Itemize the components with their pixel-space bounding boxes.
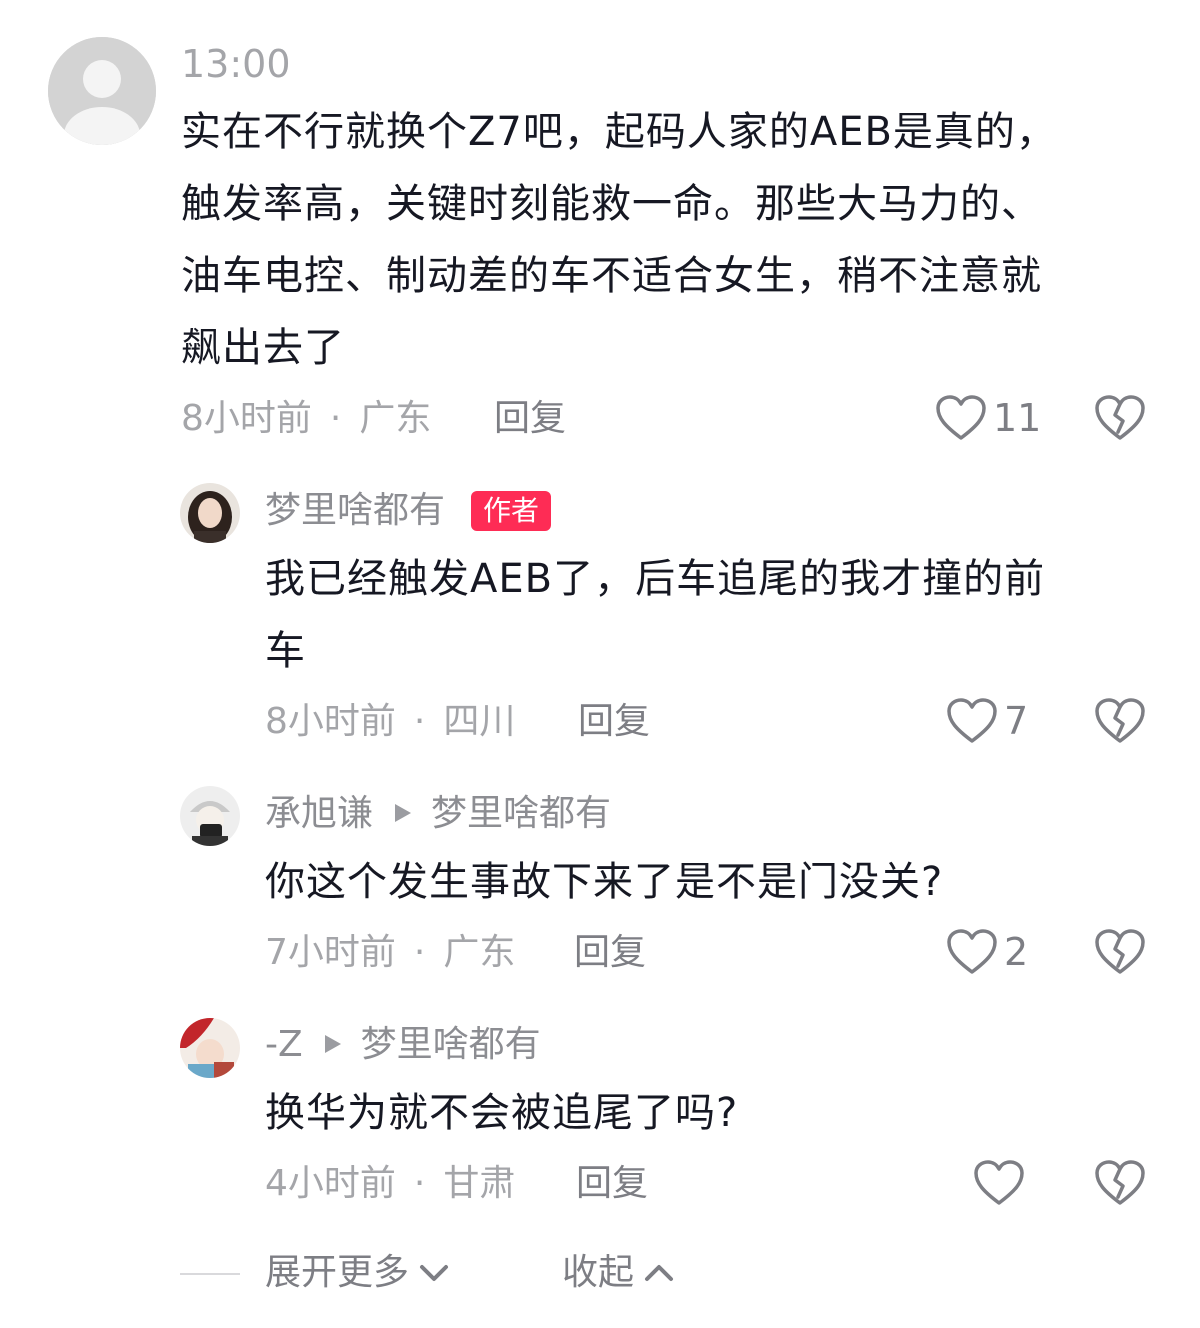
like-count: 7	[1004, 699, 1029, 743]
reply-line: 车	[265, 628, 306, 674]
reply-text: 换华为就不会被追尾了吗?	[265, 1077, 1145, 1149]
comment-thread: 13:00 实在不行就换个Z7吧，起码人家的AEB是真的， 触发率高，关键时刻能…	[0, 0, 1200, 1328]
reply-text: 我已经触发AEB了，后车追尾的我才撞的前 车	[265, 543, 1145, 687]
broken-heart-icon	[1095, 929, 1145, 974]
time-ago: 8小时前	[181, 398, 312, 439]
main-comment-line: 触发率高，关键时刻能救一命。那些大马力的、	[181, 181, 1042, 227]
heart-icon	[936, 395, 986, 440]
reply-username[interactable]: 梦里啥都有	[265, 489, 445, 533]
reply-avatar[interactable]	[180, 1018, 240, 1078]
heart-icon	[947, 698, 997, 743]
dislike-button[interactable]	[1094, 1159, 1146, 1211]
broken-heart-icon	[1095, 395, 1145, 440]
main-commenter-avatar[interactable]	[48, 37, 156, 145]
reply-button[interactable]: 回复	[578, 700, 650, 744]
user-photo-avatar	[180, 1018, 240, 1078]
location: 四川	[443, 701, 516, 742]
reply-arrow-icon	[324, 1035, 341, 1053]
separator-dot: ·	[413, 701, 426, 742]
separator-dot: ·	[329, 398, 342, 439]
dislike-button[interactable]	[1094, 697, 1146, 749]
separator-dot: ·	[413, 932, 426, 973]
reply-to-username[interactable]: 梦里啥都有	[431, 793, 611, 834]
author-badge: 作者	[471, 491, 552, 531]
like-count: 2	[1004, 930, 1029, 974]
like-button[interactable]	[973, 1159, 1031, 1207]
reply-username[interactable]: -Z	[265, 1024, 303, 1065]
expand-more-button[interactable]: 展开更多	[265, 1251, 451, 1295]
chevron-up-icon	[645, 1265, 674, 1281]
reply-text: 你这个发生事故下来了是不是门没关?	[265, 846, 1145, 918]
divider-line	[180, 1273, 240, 1275]
reply-button[interactable]: 回复	[574, 931, 646, 975]
broken-heart-icon	[1095, 698, 1145, 743]
like-count: 11	[993, 396, 1042, 440]
collapse-label: 收起	[562, 1252, 635, 1293]
chevron-down-icon	[420, 1265, 449, 1281]
reply-avatar[interactable]	[180, 786, 240, 846]
reply-arrow-icon	[395, 804, 412, 822]
user-photo-avatar	[180, 786, 240, 846]
time-ago: 4小时前	[265, 1163, 396, 1204]
location: 广东	[443, 932, 516, 973]
main-comment-line: 飙出去了	[181, 325, 345, 371]
dislike-button[interactable]	[1094, 394, 1146, 446]
reply-username[interactable]: 承旭谦	[265, 793, 373, 834]
reply-line: 换华为就不会被追尾了吗?	[265, 1090, 739, 1136]
location: 甘肃	[443, 1163, 516, 1204]
reply-username-line: -Z 梦里啥都有	[265, 1023, 541, 1067]
broken-heart-icon	[1095, 1160, 1145, 1205]
reply-button[interactable]: 回复	[576, 1162, 648, 1206]
separator-dot: ·	[413, 1163, 426, 1204]
reply-to-username[interactable]: 梦里啥都有	[361, 1024, 541, 1065]
dislike-button[interactable]	[1094, 928, 1146, 980]
heart-icon	[947, 929, 997, 974]
time-ago: 8小时前	[265, 701, 396, 742]
main-comment-line: 油车电控、制动差的车不适合女生，稍不注意就	[181, 253, 1042, 299]
main-comment-meta: 8小时前 · 广东	[181, 397, 431, 441]
like-button[interactable]: 7	[946, 697, 1028, 745]
reply-line: 我已经触发AEB了，后车追尾的我才撞的前	[265, 556, 1046, 602]
main-comment-text: 实在不行就换个Z7吧，起码人家的AEB是真的， 触发率高，关键时刻能救一命。那些…	[181, 96, 1141, 384]
like-button[interactable]: 2	[946, 928, 1028, 976]
collapse-button[interactable]: 收起	[562, 1251, 676, 1295]
reply-meta: 8小时前 · 四川	[265, 700, 515, 744]
reply-meta: 4小时前 · 甘肃	[265, 1162, 515, 1206]
like-button[interactable]: 11	[935, 394, 1041, 442]
reply-username-line: 承旭谦 梦里啥都有	[265, 792, 611, 836]
main-comment-timestamp: 13:00	[181, 42, 291, 86]
main-comment-line: 实在不行就换个Z7吧，起码人家的AEB是真的，	[181, 109, 1057, 155]
reply-line: 你这个发生事故下来了是不是门没关?	[265, 859, 944, 905]
location: 广东	[359, 398, 432, 439]
reply-button[interactable]: 回复	[494, 397, 566, 441]
author-avatar[interactable]	[180, 483, 240, 543]
time-ago: 7小时前	[265, 932, 396, 973]
heart-icon	[974, 1160, 1024, 1205]
expand-more-label: 展开更多	[265, 1252, 410, 1293]
user-photo-avatar	[180, 483, 240, 543]
default-avatar-icon	[48, 37, 156, 145]
reply-meta: 7小时前 · 广东	[265, 931, 515, 975]
